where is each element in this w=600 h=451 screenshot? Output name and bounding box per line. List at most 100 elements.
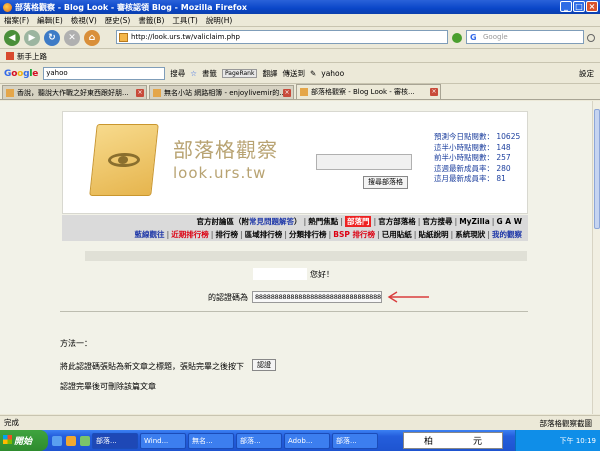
bookmark-getting-started[interactable]: 新手上路: [17, 51, 47, 62]
recent-ranking-link[interactable]: 近期排行榜: [171, 229, 209, 240]
site-search-input[interactable]: [316, 154, 412, 170]
menu-tools[interactable]: 工具(T): [172, 15, 197, 26]
official-blog-link[interactable]: 官方部落格: [378, 216, 416, 227]
site-url: look.urs.tw: [173, 164, 267, 182]
input-method-bar[interactable]: 柏 元: [403, 432, 503, 449]
site-title: 部落格觀察: [173, 138, 278, 162]
ime-char: 元: [472, 437, 482, 447]
site-search-button[interactable]: 搜尋部落格: [363, 176, 408, 189]
translate-button[interactable]: 翻譯: [262, 68, 277, 79]
tab-1[interactable]: 香說，聽說大作戰之好東西跟好朋... ×: [2, 85, 147, 99]
gaw-link[interactable]: G A W: [497, 217, 522, 226]
google-search-button[interactable]: 搜尋: [170, 68, 185, 79]
home-icon[interactable]: ⌂: [84, 29, 100, 46]
hot-topics-link[interactable]: 熱門焦點: [308, 216, 338, 227]
red-arrow-icon: [387, 291, 429, 303]
bookmarks-toolbar: 新手上路: [0, 50, 600, 63]
close-button[interactable]: ×: [586, 1, 598, 12]
tab-close-icon[interactable]: ×: [430, 88, 438, 96]
pencil-icon[interactable]: ✎: [310, 69, 316, 78]
stat-row: 預測今日點閱數： 10625: [434, 132, 521, 141]
windows-flag-icon: [3, 435, 12, 444]
address-bar[interactable]: http://look.urs.tw/valiclaim.php: [116, 30, 448, 44]
verify-button[interactable]: 認證: [252, 359, 276, 371]
method-heading: 方法一：: [60, 339, 92, 348]
maximize-button[interactable]: □: [573, 1, 585, 12]
search-box[interactable]: G Google: [466, 30, 584, 44]
menu-help[interactable]: 說明(H): [206, 15, 233, 26]
back-arrow-icon[interactable]: ◀: [4, 29, 20, 46]
menu-history[interactable]: 歷史(S): [105, 15, 131, 26]
tab-3-active[interactable]: 部落格觀察 - Blog Look - 審核... ×: [296, 84, 441, 99]
section-divider: [60, 311, 528, 312]
menu-view[interactable]: 檢視(V): [71, 15, 97, 26]
hot-blogs-link[interactable]: 部落門: [344, 216, 372, 227]
my-look-link[interactable]: 我的觀察: [492, 229, 522, 240]
ime-char: 柏: [423, 437, 433, 447]
status-right-text: 部落格觀察截圖: [539, 419, 593, 428]
navigation-toolbar: ◀ ▶ ↻ ✕ ⌂ http://look.urs.tw/valiclaim.p…: [0, 27, 600, 49]
tab-strip: 香說，聽說大作戰之好東西跟好朋... × 無名小站 網路相簿 - enjoyli…: [0, 84, 600, 100]
site-nav-row-2: 藍線觀往 | 近期排行榜 | 排行榜 | 區域排行榜 | 分類排行榜 | BSP…: [62, 228, 528, 241]
google-logo: Google: [4, 68, 39, 79]
verification-code-field[interactable]: 8888888888888888888888888888888888: [252, 291, 382, 303]
send-to-button[interactable]: 傳送到: [282, 68, 305, 79]
menu-edit[interactable]: 編輯(E): [37, 15, 63, 26]
code-label: 的認證碼為: [208, 293, 248, 302]
pagerank-label: PageRank: [221, 69, 258, 78]
google-query-input[interactable]: yahoo: [43, 67, 166, 80]
settings-button[interactable]: 設定: [579, 68, 594, 79]
ranking-link[interactable]: 排行榜: [216, 229, 239, 240]
firefox-icon: [3, 2, 12, 12]
yahoo-highlight[interactable]: yahoo: [321, 69, 344, 78]
scrollbar-thumb[interactable]: [594, 109, 600, 229]
quicklaunch-ie-icon[interactable]: [52, 435, 62, 446]
go-icon[interactable]: [452, 33, 462, 43]
bsp-ranking-link[interactable]: BSP 排行榜: [333, 229, 375, 240]
vertical-scrollbar[interactable]: [592, 101, 600, 414]
stat-row: 前半小時點閱數： 257: [434, 153, 511, 163]
quicklaunch-firefox-icon[interactable]: [66, 435, 76, 446]
tab-label: 無名小站 網路相簿 - enjoylivemir的...: [164, 88, 286, 97]
forum-link[interactable]: 官方討論區（附常見問題解答）: [196, 216, 301, 227]
start-button[interactable]: 開始: [0, 430, 48, 451]
region-ranking-link[interactable]: 區域排行榜: [245, 229, 283, 240]
quicklaunch-desktop-icon[interactable]: [80, 435, 90, 446]
task-button[interactable]: 無名...: [188, 432, 234, 449]
window-titlebar: 部落格觀察 - Blog Look - 審核認領 Blog - Mozilla …: [0, 0, 600, 14]
task-button[interactable]: 部落...: [332, 432, 378, 449]
clock[interactable]: 下午 10:19: [560, 436, 596, 446]
site-stats: 預測今日點閱數： 10625 這半小時點閱數： 148 前半小時點閱數： 257…: [434, 132, 520, 185]
task-button[interactable]: Wind...: [140, 432, 186, 449]
minimize-button[interactable]: _: [560, 1, 572, 12]
task-button[interactable]: Adob...: [284, 432, 330, 449]
system-status-link[interactable]: 系統現狀: [455, 229, 485, 240]
menu-bookmarks[interactable]: 書籤(B): [138, 15, 164, 26]
content-divider-band: [85, 251, 527, 261]
category-ranking-link[interactable]: 分類排行榜: [289, 229, 327, 240]
tab-close-icon[interactable]: ×: [283, 89, 291, 97]
page-content: 部落格觀察 look.urs.tw 搜尋部落格 預測今日點閱數： 10625 這…: [0, 101, 592, 414]
stop-icon[interactable]: ✕: [64, 29, 80, 46]
menu-file[interactable]: 檔案(F): [4, 15, 29, 26]
username-box: [253, 268, 307, 280]
blue-link[interactable]: 藍線觀往: [135, 229, 165, 240]
tag-help-link[interactable]: 貼紙說明: [419, 229, 449, 240]
site-favicon-icon: [119, 33, 128, 42]
myzilla-link[interactable]: MyZilla: [459, 217, 490, 226]
google-search-icon: G: [470, 33, 477, 42]
tab-label: 部落格觀察 - Blog Look - 審核...: [311, 88, 415, 96]
official-search-link[interactable]: 官方搜尋: [422, 216, 452, 227]
task-button[interactable]: 部落...: [236, 432, 282, 449]
tab-close-icon[interactable]: ×: [136, 89, 144, 97]
after-text: 認證完畢後可刪除該篇文章: [60, 382, 156, 391]
google-bookmarks-button[interactable]: 書籤: [202, 68, 217, 79]
reload-icon[interactable]: ↻: [44, 29, 60, 46]
star-icon[interactable]: ☆: [190, 69, 197, 78]
used-tags-link[interactable]: 已用貼紙: [382, 229, 412, 240]
magnifier-icon[interactable]: [587, 34, 595, 42]
forward-arrow-icon[interactable]: ▶: [24, 29, 40, 46]
url-text: http://look.urs.tw/valiclaim.php: [131, 33, 240, 41]
tab-2[interactable]: 無名小站 網路相簿 - enjoylivemir的... ×: [149, 85, 294, 99]
task-button[interactable]: 部落...: [92, 432, 138, 449]
